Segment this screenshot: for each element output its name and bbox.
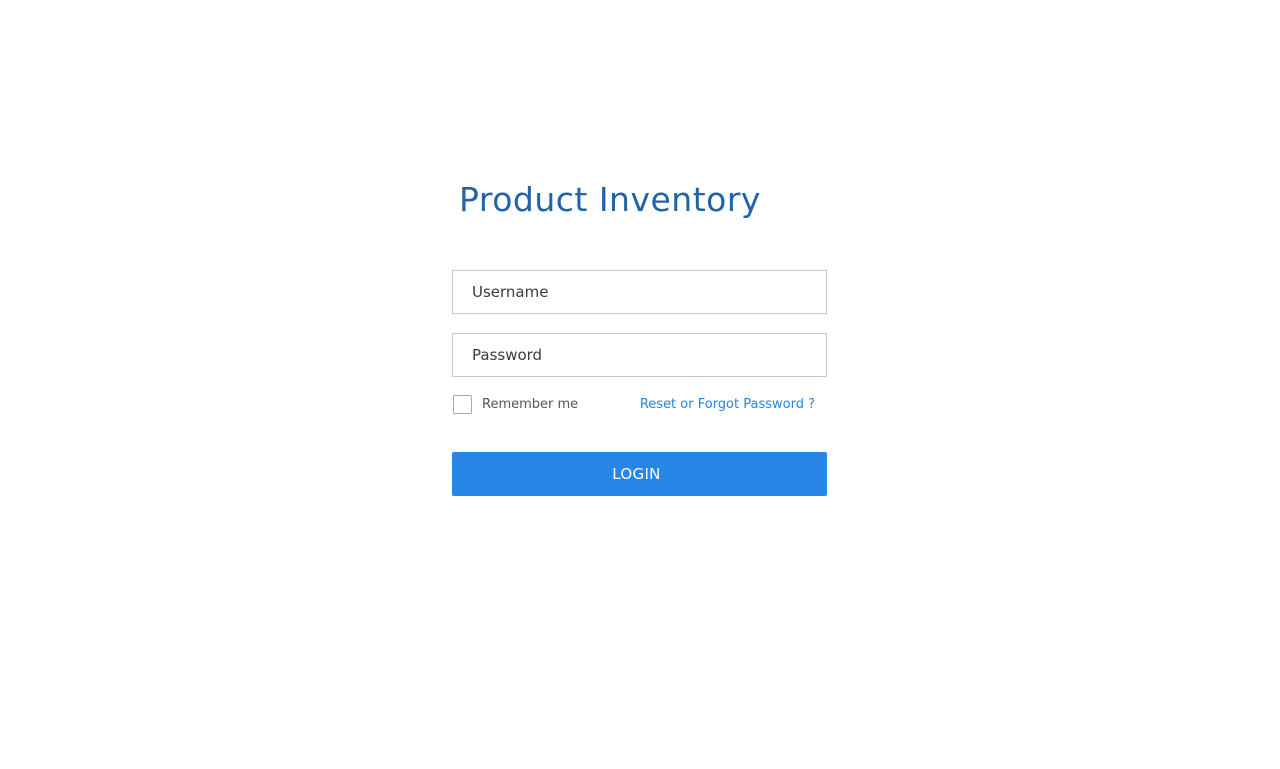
password-input[interactable] — [452, 333, 827, 377]
login-button[interactable]: LOGIN — [452, 452, 827, 496]
username-input[interactable] — [452, 270, 827, 314]
remember-me-label[interactable]: Remember me — [482, 396, 578, 414]
page-title: Product Inventory — [459, 180, 761, 219]
login-panel: Product Inventory Remember me Reset or F… — [452, 0, 827, 769]
forgot-password-link[interactable]: Reset or Forgot Password ? — [640, 396, 815, 414]
remember-me-checkbox[interactable] — [453, 395, 472, 414]
remember-row: Remember me Reset or Forgot Password ? — [452, 394, 827, 416]
